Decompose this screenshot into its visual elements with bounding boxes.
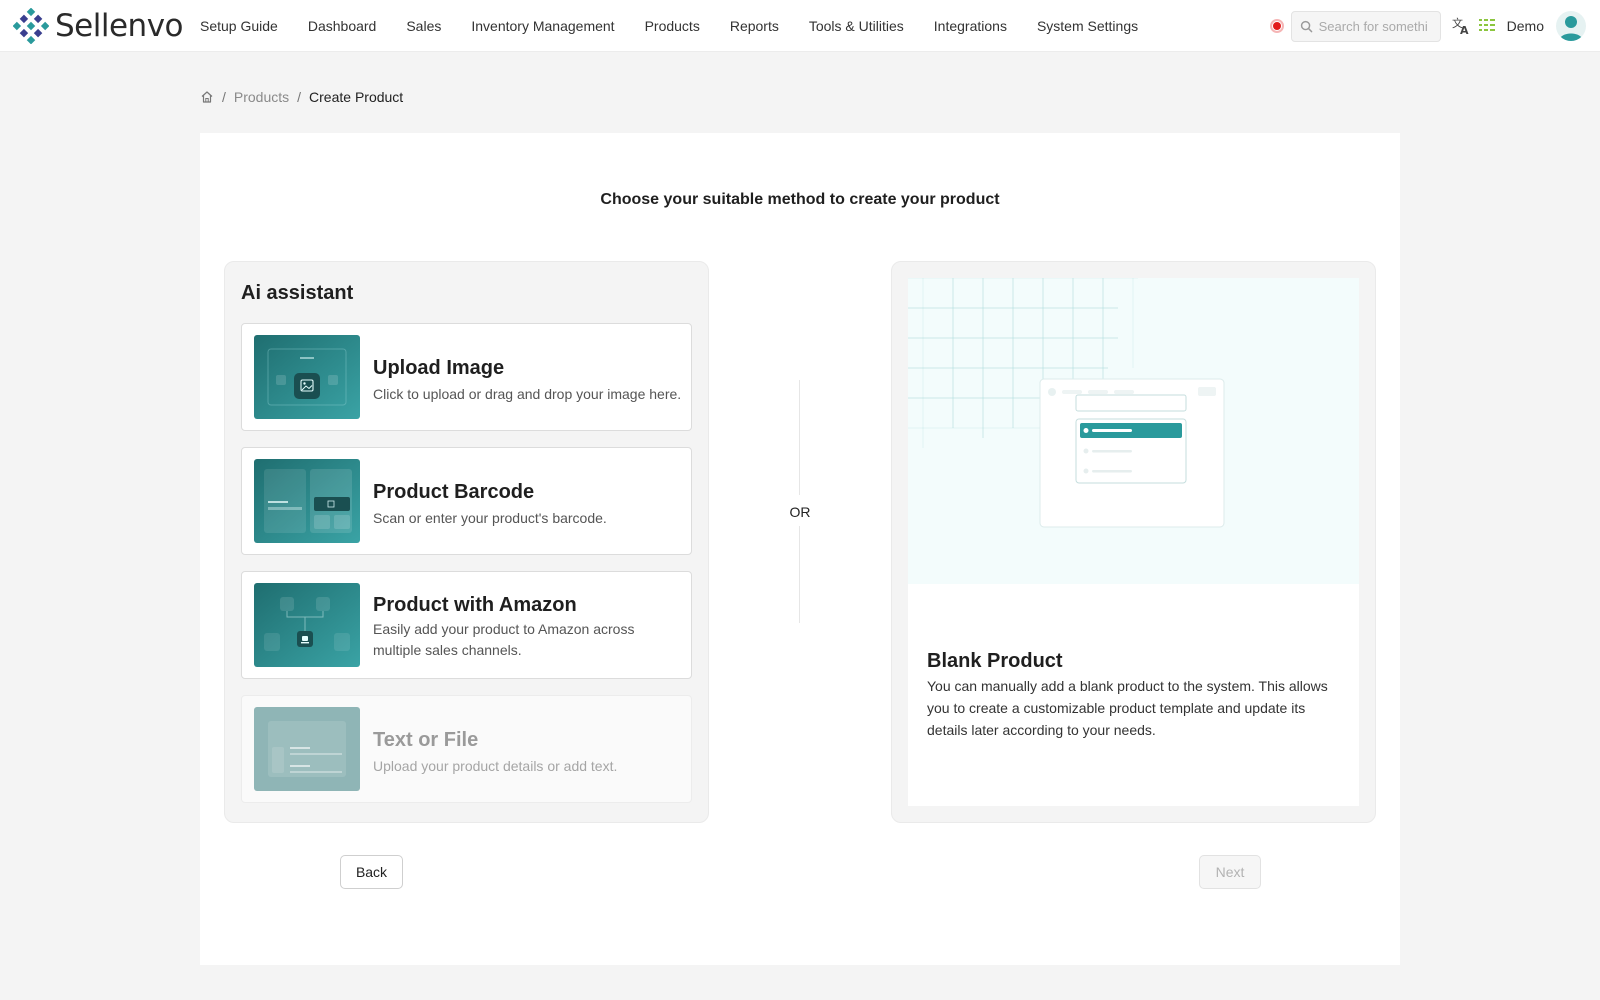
search-icon [1300, 20, 1312, 32]
svg-text:A: A [1460, 24, 1469, 36]
option-description: Scan or enter your product's barcode. [373, 510, 607, 526]
main-menu: Setup Guide Dashboard Sales Inventory Ma… [200, 18, 1168, 34]
option-upload-image[interactable]: Upload Image Click to upload or drag and… [241, 323, 692, 431]
brand-logo[interactable]: Sellenvo [13, 7, 188, 44]
breadcrumb-separator: / [222, 89, 226, 105]
search-box[interactable] [1290, 10, 1441, 42]
text-file-illustration [254, 707, 360, 791]
nav-inventory-management[interactable]: Inventory Management [471, 18, 614, 34]
nav-integrations[interactable]: Integrations [934, 18, 1007, 34]
option-description: Easily add your product to Amazon across… [373, 621, 635, 658]
ai-assistant-title: Ai assistant [241, 282, 354, 304]
next-button[interactable]: Next [1199, 855, 1261, 889]
option-text-or-file: Text or File Upload your product details… [241, 695, 692, 803]
option-description: Upload your product details or add text. [373, 758, 618, 774]
blank-product-illustration [908, 278, 1359, 584]
barcode-illustration [254, 459, 360, 543]
record-icon[interactable] [1269, 19, 1284, 33]
header-actions: 文 A Demo [1269, 0, 1586, 52]
option-title: Text or File [373, 729, 479, 751]
home-icon[interactable] [200, 90, 214, 104]
blank-product-card[interactable]: Blank Product You can manually add a bla… [891, 261, 1376, 823]
blank-product-title: Blank Product [927, 650, 1063, 672]
top-navigation-bar: Sellenvo Setup Guide Dashboard Sales Inv… [0, 0, 1600, 52]
option-description: Click to upload or drag and drop your im… [373, 386, 682, 402]
user-name[interactable]: Demo [1507, 18, 1544, 34]
back-button[interactable]: Back [340, 855, 403, 889]
nav-reports[interactable]: Reports [730, 18, 779, 34]
brand-name: Sellenvo [55, 7, 184, 44]
or-divider-top [799, 380, 800, 495]
nav-setup-guide[interactable]: Setup Guide [200, 18, 278, 34]
option-title: Product with Amazon [373, 594, 577, 616]
breadcrumb-products[interactable]: Products [234, 89, 289, 105]
option-product-with-amazon[interactable]: Product with Amazon Easily add your prod… [241, 571, 692, 679]
user-avatar-icon[interactable] [1556, 11, 1586, 41]
create-product-panel: Choose your suitable method to create yo… [200, 133, 1400, 965]
nav-sales[interactable]: Sales [406, 18, 441, 34]
upload-image-illustration [254, 335, 360, 419]
logo-icon [13, 7, 49, 44]
option-title: Upload Image [373, 357, 505, 379]
page-title: Choose your suitable method to create yo… [600, 191, 1000, 208]
breadcrumb: / Products / Create Product [200, 88, 403, 106]
blank-product-description: You can manually add a blank product to … [927, 678, 1328, 738]
search-input[interactable] [1318, 18, 1427, 34]
nav-tools-utilities[interactable]: Tools & Utilities [809, 18, 904, 34]
blank-product-content: Blank Product You can manually add a bla… [908, 278, 1359, 806]
or-label: OR [789, 504, 811, 520]
option-title: Product Barcode [373, 481, 535, 503]
nav-products[interactable]: Products [645, 18, 700, 34]
translate-icon[interactable]: 文 A [1449, 14, 1473, 38]
amazon-illustration [254, 583, 360, 667]
or-divider-bottom [799, 526, 800, 623]
nav-dashboard[interactable]: Dashboard [308, 18, 377, 34]
ai-assistant-card: Ai assistant Upload Image Click to uploa… [224, 261, 709, 823]
nav-system-settings[interactable]: System Settings [1037, 18, 1138, 34]
list-settings-icon[interactable] [1475, 14, 1499, 38]
breadcrumb-create-product: Create Product [309, 89, 404, 105]
breadcrumb-separator: / [297, 89, 302, 105]
option-product-barcode[interactable]: Product Barcode Scan or enter your produ… [241, 447, 692, 555]
